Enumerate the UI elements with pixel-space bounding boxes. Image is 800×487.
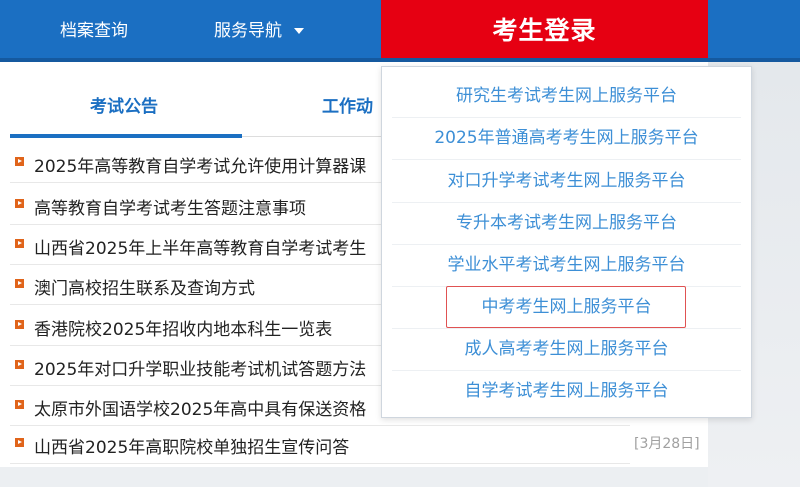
bullet-arrow-icon	[15, 199, 24, 208]
dropdown-item-label: 专升本考试考生网上服务平台	[456, 213, 677, 233]
dropdown-item-self-study[interactable]: 自学考试考生网上服务平台	[382, 370, 751, 412]
news-title[interactable]: 山西省2025年上半年高等教育自学考试考生	[34, 234, 366, 259]
dropdown-item-upgrade[interactable]: 专升本考试考生网上服务平台	[382, 202, 751, 244]
dropdown-item-vocational[interactable]: 对口升学考试考生网上服务平台	[382, 160, 751, 202]
news-date: [3月28日]	[634, 436, 700, 452]
bullet-arrow-icon	[15, 320, 24, 329]
dropdown-item-label: 研究生考试考生网上服务平台	[456, 86, 677, 106]
top-nav-bar: 档案查询 服务导航 考生登录	[0, 0, 800, 62]
nav-archive-query[interactable]: 档案查询	[60, 0, 128, 62]
nav-service-label: 服务导航	[214, 21, 282, 41]
dropdown-item-label: 学业水平考试考生网上服务平台	[447, 255, 686, 275]
dropdown-item-label: 2025年普通高考考生网上服务平台	[434, 128, 699, 148]
dropdown-item-adult-exam[interactable]: 成人高考考生网上服务平台	[382, 328, 751, 370]
dropdown-item-graduate-exam[interactable]: 研究生考试考生网上服务平台	[382, 75, 751, 117]
candidate-login-button[interactable]: 考生登录	[381, 0, 708, 62]
news-title[interactable]: 2025年对口升学职业技能考试机试答题方法	[34, 355, 366, 380]
candidate-login-dropdown: 研究生考试考生网上服务平台 2025年普通高考考生网上服务平台 对口升学考试考生…	[381, 66, 752, 418]
news-title[interactable]: 山西省2025年高职院校单独招生宣传问答	[34, 433, 349, 458]
dropdown-item-label: 自学考试考生网上服务平台	[464, 381, 669, 401]
news-title[interactable]: 太原市外国语学校2025年高中具有保送资格	[34, 395, 366, 420]
bullet-arrow-icon	[15, 157, 24, 166]
bullet-arrow-icon	[15, 438, 24, 447]
news-title[interactable]: 2025年高等教育自学考试允许使用计算器课	[34, 152, 366, 177]
login-label: 考生登录	[492, 16, 597, 45]
news-title[interactable]: 澳门高校招生联系及查询方式	[34, 274, 255, 299]
bullet-arrow-icon	[15, 400, 24, 409]
dropdown-item-label: 对口升学考试考生网上服务平台	[447, 171, 686, 191]
dropdown-item-label: 成人高考考生网上服务平台	[464, 339, 669, 359]
news-title[interactable]: 高等教育自学考试考生答题注意事项	[34, 194, 306, 219]
nav-service-guide[interactable]: 服务导航	[214, 0, 304, 62]
dropdown-item-label: 中考考生网上服务平台	[481, 297, 652, 317]
news-title[interactable]: 香港院校2025年招收内地本科生一览表	[34, 315, 332, 340]
bullet-arrow-icon	[15, 239, 24, 248]
bullet-arrow-icon	[15, 360, 24, 369]
chevron-down-icon	[294, 28, 304, 34]
nav-archive-label: 档案查询	[60, 21, 128, 41]
dropdown-item-gaokao[interactable]: 2025年普通高考考生网上服务平台	[382, 117, 751, 159]
bullet-arrow-icon	[15, 279, 24, 288]
news-item[interactable]: 山西省2025年高职院校单独招生宣传问答	[10, 424, 630, 464]
dropdown-item-zhongkao[interactable]: 中考考生网上服务平台	[382, 286, 751, 328]
dropdown-item-proficiency[interactable]: 学业水平考试考生网上服务平台	[382, 244, 751, 286]
